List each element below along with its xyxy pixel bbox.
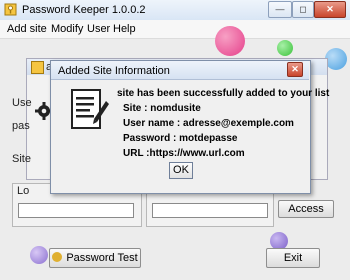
menu-add-site[interactable]: Add site (7, 23, 47, 35)
menu-modify[interactable]: Modify (51, 23, 83, 35)
window-title: Password Keeper 1.0.0.2 (22, 4, 146, 16)
dialog-url-line: URL :https://www.url.com (123, 148, 245, 159)
login-panel-label: Lo (17, 185, 30, 197)
pink-bubble-decoration (215, 26, 245, 56)
ok-button[interactable]: OK (169, 162, 193, 179)
background-site-label: Site (12, 153, 31, 165)
password-test-button[interactable]: Password Test (49, 248, 141, 268)
document-icon (71, 89, 109, 129)
background-window-icon (31, 61, 44, 74)
minimize-button[interactable]: — (268, 1, 292, 18)
dialog-title: Added Site Information (58, 65, 170, 77)
login-text-field[interactable] (18, 203, 134, 218)
key-icon (52, 252, 63, 262)
background-user-label: Use (12, 97, 32, 109)
dialog-username-line: User name : adresse@exemple.com (123, 118, 294, 129)
close-button[interactable]: ✕ (314, 1, 346, 18)
green-bubble-decoration (277, 40, 293, 56)
password-test-label: Password Test (66, 252, 138, 264)
blue-bubble-decoration (325, 48, 347, 70)
dialog-close-button[interactable]: ✕ (287, 62, 303, 77)
dialog-success-message: site has been successfully added to your… (117, 88, 330, 99)
app-key-icon (4, 3, 17, 16)
menu-user[interactable]: User (87, 23, 110, 35)
dialog-password-line: Password : motdepasse (123, 133, 238, 144)
restore-button[interactable]: ◻ (292, 1, 314, 18)
dialog-site-line: Site : nomdusite (123, 103, 201, 114)
exit-button[interactable]: Exit (266, 248, 320, 268)
violet-bubble-decoration (30, 246, 48, 264)
background-password-label: pas (12, 120, 30, 132)
access-button[interactable]: Access (278, 200, 334, 218)
site-text-field[interactable] (152, 203, 268, 218)
menu-help[interactable]: Help (113, 23, 136, 35)
